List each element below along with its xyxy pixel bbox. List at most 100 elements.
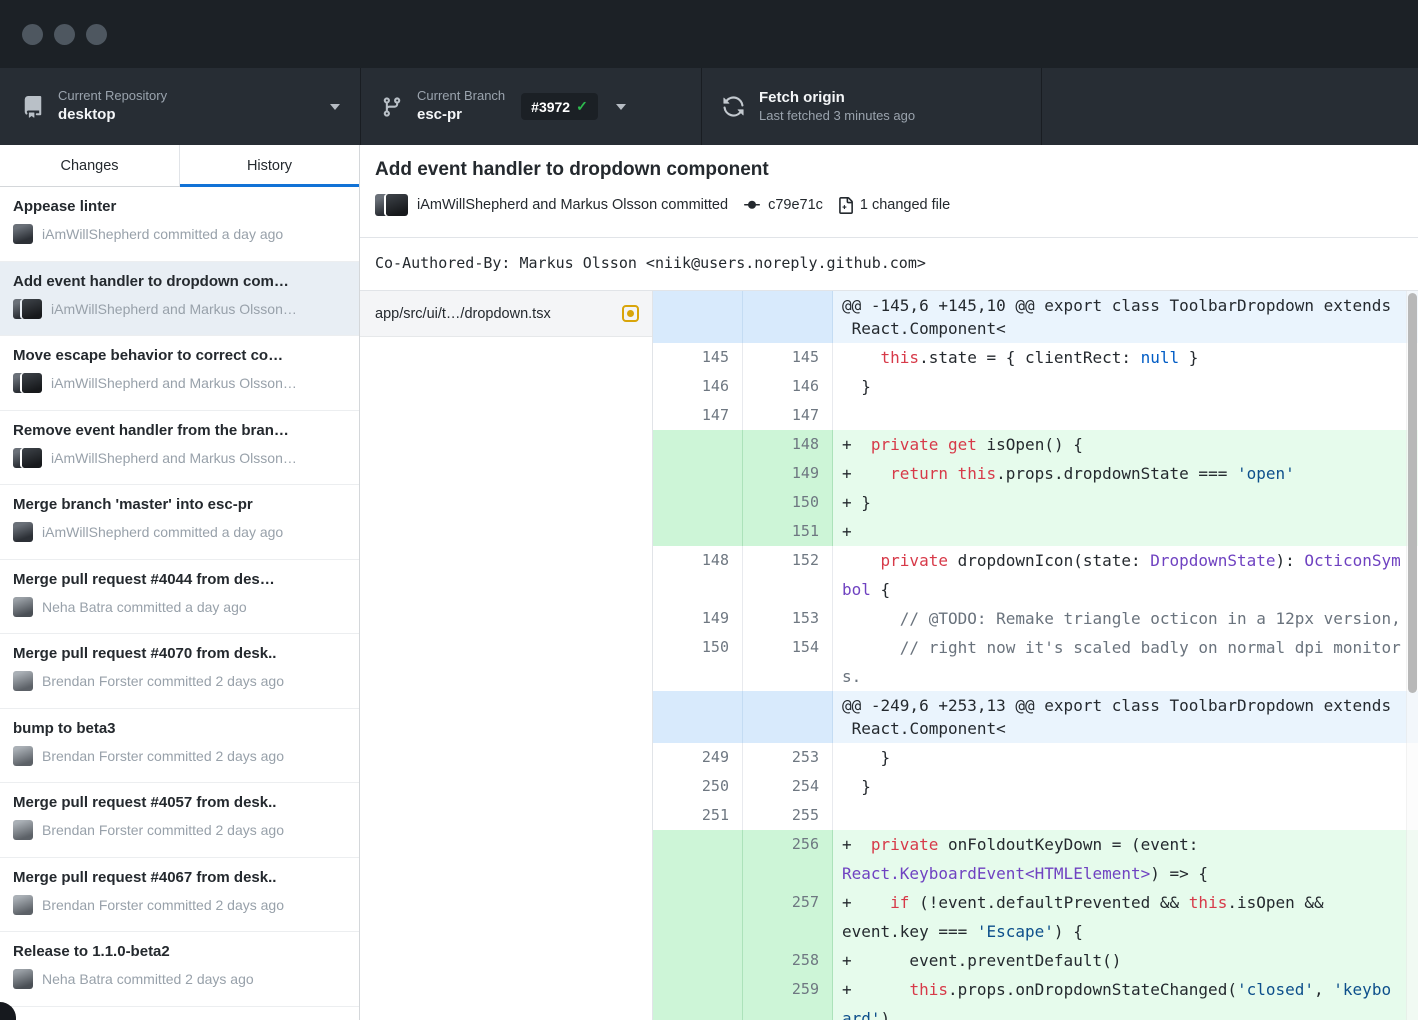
commit-list-item[interactable]: bump to beta3Brendan Forster committed 2… <box>0 709 359 784</box>
code-line: + return this.props.dropdownState === 'o… <box>833 459 1418 488</box>
commit-meta: Brendan Forster committed 2 days ago <box>13 746 347 766</box>
new-line-number: 150 <box>743 488 833 517</box>
diff-line: 148+ private get isOpen() { <box>653 430 1418 459</box>
commit-meta: iAmWillShepherd and Markus Olsson… <box>13 448 347 468</box>
window-minimize-button[interactable] <box>54 24 75 45</box>
git-branch-icon <box>381 96 403 118</box>
commit-meta-text: Brendan Forster committed 2 days ago <box>42 822 284 838</box>
pull-request-badge[interactable]: #3972 ✓ <box>521 93 598 120</box>
avatar <box>13 969 33 989</box>
code-line: + <box>833 517 1418 546</box>
avatar-brendan <box>13 820 33 840</box>
new-line-number: 152 <box>743 546 833 604</box>
avatar-will <box>13 522 33 542</box>
new-line-number: 146 <box>743 372 833 401</box>
code-line: @@ -249,6 +253,13 @@ export class Toolba… <box>833 691 1418 743</box>
commit-title: Merge branch 'master' into esc-pr <box>13 496 347 513</box>
diff-hunk-header: @@ -145,6 +145,10 @@ export class Toolba… <box>653 291 1418 343</box>
commit-list-item[interactable]: Merge pull request #4070 from desk..Bren… <box>0 634 359 709</box>
diff-scrollbar-thumb[interactable] <box>1408 293 1417 693</box>
commit-list-item[interactable]: Merge branch 'master' into esc-pr iAmWill… <box>0 485 359 560</box>
code-line: + if (!event.defaultPrevented && this.is… <box>833 888 1418 946</box>
diff-rows: @@ -145,6 +145,10 @@ export class Toolba… <box>653 291 1418 1020</box>
commit-list-item[interactable]: Remove event handler from the bran…iAmWi… <box>0 411 359 486</box>
commit-meta: iAmWillShepherd committed a day ago <box>13 522 347 542</box>
old-line-number: 249 <box>653 743 743 772</box>
commit-meta: Brendan Forster committed 2 days ago <box>13 671 347 691</box>
commit-list-item[interactable]: Release to 1.1.0-beta2Neha Batra committ… <box>0 932 359 1007</box>
changed-files-count: 1 changed file <box>860 197 950 213</box>
fetch-subtitle: Last fetched 3 minutes ago <box>759 108 915 124</box>
file-list-item[interactable]: app/src/ui/t…/dropdown.tsx <box>360 291 652 337</box>
commit-summary-title: Add event handler to dropdown component <box>375 159 1403 181</box>
commit-title: Merge pull request #4044 from des… <box>13 571 347 588</box>
fetch-title: Fetch origin <box>759 89 915 108</box>
diff-hunk-header: @@ -249,6 +253,13 @@ export class Toolba… <box>653 691 1418 743</box>
old-line-number <box>653 691 743 743</box>
tab-changes[interactable]: Changes <box>0 145 179 186</box>
commit-title: Appease linter <box>13 198 347 215</box>
chevron-down-icon <box>330 104 340 110</box>
avatar <box>13 522 33 542</box>
new-line-number: 147 <box>743 401 833 430</box>
code-line: + private get isOpen() { <box>833 430 1418 459</box>
diff-line: 150154 // right now it's scaled badly on… <box>653 633 1418 691</box>
avatar-brendan <box>13 671 33 691</box>
diff-line: 145145 this.state = { clientRect: null } <box>653 343 1418 372</box>
changed-files-panel: app/src/ui/t…/dropdown.tsx <box>360 291 653 1020</box>
commit-list-item[interactable]: Merge pull request #4073 from desk… <box>0 1007 359 1020</box>
avatar-brendan <box>13 746 33 766</box>
code-line: @@ -145,6 +145,10 @@ export class Toolba… <box>833 291 1418 343</box>
code-line: // right now it's scaled badly on normal… <box>833 633 1418 691</box>
diff-line: 249253 } <box>653 743 1418 772</box>
old-line-number <box>653 459 743 488</box>
commit-meta: iAmWillShepherd committed a day ago <box>13 224 347 244</box>
diff-scrollbar-track[interactable] <box>1406 291 1418 1020</box>
avatar <box>375 194 408 216</box>
code-line: + } <box>833 488 1418 517</box>
old-line-number <box>653 975 743 1020</box>
diff-line: 149+ return this.props.dropdownState ===… <box>653 459 1418 488</box>
commit-list-item[interactable]: Add event handler to dropdown com… iAmWil… <box>0 262 359 337</box>
repository-dropdown[interactable]: Current Repository desktop <box>0 68 360 145</box>
commit-list-item[interactable]: Merge pull request #4057 from desk..Bren… <box>0 783 359 858</box>
git-commit-icon <box>742 197 762 213</box>
old-line-number: 148 <box>653 546 743 604</box>
old-line-number: 146 <box>653 372 743 401</box>
old-line-number <box>653 291 743 343</box>
commit-list-item[interactable]: Merge pull request #4044 from des…Neha B… <box>0 560 359 635</box>
avatar <box>13 373 42 393</box>
commit-list-item[interactable]: Appease linter iAmWillShepherd committed … <box>0 187 359 262</box>
sync-icon <box>722 95 745 118</box>
tab-history[interactable]: History <box>179 145 359 186</box>
code-line: + event.preventDefault() <box>833 946 1418 975</box>
modified-status-icon <box>622 305 639 322</box>
window-titlebar <box>0 0 1418 68</box>
new-line-number: 253 <box>743 743 833 772</box>
diff-line: 250254 } <box>653 772 1418 801</box>
commit-header: Add event handler to dropdown component … <box>360 145 1418 238</box>
commit-meta-text: iAmWillShepherd and Markus Olsson… <box>51 375 297 391</box>
commit-title: Add event handler to dropdown com… <box>13 273 347 290</box>
branch-dropdown[interactable]: Current Branch esc-pr #3972 ✓ <box>360 68 701 145</box>
code-line: + this.props.onDropdownStateChanged('clo… <box>833 975 1418 1020</box>
code-line: } <box>833 372 1418 401</box>
avatar <box>13 746 33 766</box>
new-line-number: 257 <box>743 888 833 946</box>
old-line-number: 145 <box>653 343 743 372</box>
commit-list-item[interactable]: Move escape behavior to correct co…iAmWi… <box>0 336 359 411</box>
old-line-number <box>653 517 743 546</box>
window-close-button[interactable] <box>22 24 43 45</box>
branch-label: Current Branch <box>417 88 505 104</box>
sidebar-tabs: Changes History <box>0 145 359 187</box>
new-line-number: 151 <box>743 517 833 546</box>
diff-line: 146146 } <box>653 372 1418 401</box>
commit-list-item[interactable]: Merge pull request #4067 from desk..Bren… <box>0 858 359 933</box>
old-line-number <box>653 946 743 975</box>
commit-meta: iAmWillShepherd and Markus Olsson… <box>13 299 347 319</box>
fetch-origin-button[interactable]: Fetch origin Last fetched 3 minutes ago <box>701 68 1041 145</box>
window-zoom-button[interactable] <box>86 24 107 45</box>
old-line-number <box>653 888 743 946</box>
old-line-number: 149 <box>653 604 743 633</box>
commit-sha[interactable]: c79e71c <box>768 197 823 213</box>
